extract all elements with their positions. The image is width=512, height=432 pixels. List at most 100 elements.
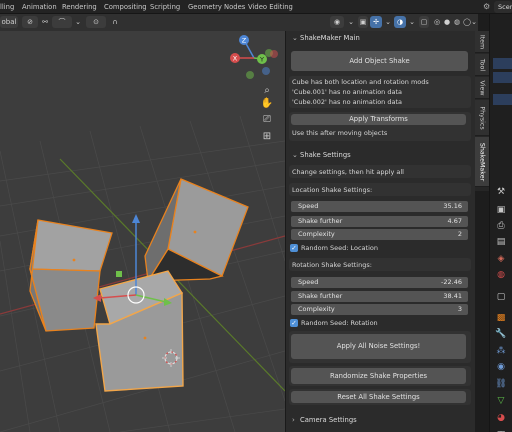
visibility-dropdown-icon[interactable]: ⌄ (346, 16, 356, 28)
cube-active[interactable] (95, 270, 184, 392)
random-seed-rotation-checkbox[interactable]: ✓ (290, 319, 298, 327)
pivot-point-icon[interactable]: ⊘ (22, 16, 38, 28)
workspace-tab-rendering[interactable]: Rendering (62, 2, 97, 13)
randomize-shake-button[interactable]: Randomize Shake Properties (291, 368, 466, 384)
sidebar-n-panel: ⌄ ShakeMaker Main Add Object Shake Cube h… (285, 31, 475, 432)
xray-icon[interactable]: ▢ (419, 16, 429, 28)
camera-view-icon[interactable]: ⎚ (260, 113, 274, 127)
workspace-tab-compositing[interactable]: Compositing (104, 2, 147, 13)
tool-properties-icon[interactable]: ⚒ (493, 185, 509, 199)
gizmo-y-label: Y (259, 56, 264, 64)
shading-wireframe-icon[interactable]: ◎ (432, 16, 442, 28)
gizmo-icon[interactable]: ✢ (370, 16, 382, 28)
reset-shake-button[interactable]: Reset All Shake Settings (291, 391, 466, 403)
transform-orientation-dropdown[interactable]: obal (0, 16, 18, 28)
rotation-label-box: Rotation Shake Settings: (289, 258, 471, 271)
render-properties-icon[interactable]: ▣ (493, 203, 509, 217)
chevron-down-icon: ⌄ (292, 34, 298, 42)
shake-settings-header[interactable]: ⌄ Shake Settings (286, 148, 475, 162)
workspace-tab-geometry-nodes[interactable]: Geometry Nodes (188, 2, 245, 13)
camera-settings-header[interactable]: › Camera Settings (286, 413, 475, 427)
shading-solid-icon[interactable]: ● (442, 16, 452, 28)
apply-transforms-hint: Use this after moving objects (292, 129, 388, 137)
info-line: Cube has both location and rotation mods (292, 78, 429, 86)
random-seed-rotation-label: Random Seed: Rotation (301, 319, 378, 327)
tab-shakemaker[interactable]: ShakeMaker (475, 137, 489, 187)
apply-transforms-box: Apply Transforms Use this after moving o… (289, 112, 471, 141)
link-icon[interactable]: ⚯ (40, 16, 50, 28)
tab-physics[interactable]: Physics (475, 100, 489, 136)
sidebar-tabs: Item Tool View Physics ShakeMaker (475, 31, 489, 191)
rotation-shake-further-field[interactable]: Shake further 38.41 (291, 291, 468, 302)
gizmo-dropdown-icon[interactable]: ⌄ (384, 16, 392, 28)
proportional-editing-icon[interactable]: ⊙ (86, 16, 106, 28)
scene-selector[interactable]: Scen (494, 1, 512, 13)
constraints-properties-icon[interactable]: ⛓ (493, 377, 509, 391)
rotation-complexity-field[interactable]: Complexity 3 (291, 304, 468, 315)
cube-001[interactable] (144, 178, 249, 283)
visibility-icon[interactable]: ◉ (330, 16, 344, 28)
texture-properties-icon[interactable]: ▦ (493, 428, 509, 432)
particles-properties-icon[interactable]: ⁂ (493, 344, 509, 358)
gizmo-x-label: X (233, 55, 238, 63)
location-settings-label: Location Shake Settings: (292, 186, 373, 194)
camera-select-icon[interactable]: ▣ (358, 16, 368, 28)
random-seed-location-checkbox[interactable]: ✓ (290, 244, 298, 252)
reset-box: Reset All Shake Settings (289, 389, 471, 405)
workspace-tab-modeling[interactable]: lling (0, 2, 14, 13)
navigation-gizmo[interactable]: Z X Y (230, 35, 278, 81)
apply-transforms-button[interactable]: Apply Transforms (291, 114, 466, 125)
3d-viewport[interactable]: Z X Y ⌕ ✋ ⎚ ⊞ (0, 31, 285, 432)
chevron-right-icon: › (292, 416, 295, 424)
object-properties-icon[interactable]: ▩ (493, 311, 509, 325)
cube-002[interactable] (29, 219, 113, 332)
random-seed-location-label: Random Seed: Location (301, 244, 378, 252)
rotation-settings-label: Rotation Shake Settings: (292, 261, 372, 269)
tab-item[interactable]: Item (475, 31, 489, 53)
outliner-selected-row[interactable] (493, 58, 512, 69)
zoom-icon[interactable]: ⌕ (260, 84, 274, 98)
material-properties-icon[interactable]: ◕ (493, 411, 509, 425)
overlay-dropdown-icon[interactable]: ⌄ (408, 16, 416, 28)
viewport-header: obal ⊘ ⚯ ⌒ ⌄ ⊙ ∩ ◉ ⌄ ▣ ✢ ⌄ ◑ ⌄ ▢ ◎ ● ◍ ◯… (0, 14, 478, 31)
view-layer-properties-icon[interactable]: ▤ (493, 235, 509, 249)
location-label-box: Location Shake Settings: (289, 183, 471, 196)
workspace-tabs-bar: lling Animation Rendering Compositing Sc… (0, 0, 512, 14)
location-complexity-field[interactable]: Complexity 2 (291, 229, 468, 240)
data-properties-icon[interactable]: ▽ (493, 394, 509, 408)
gizmo-z-label: Z (242, 37, 247, 45)
outliner-selected-row[interactable] (493, 94, 512, 105)
info-line: 'Cube.002' has no animation data (292, 98, 402, 106)
outliner-selected-row[interactable] (493, 72, 512, 83)
output-properties-icon[interactable]: ⎙ (493, 219, 509, 233)
shading-dropdown-icon[interactable]: ⌄ (470, 16, 478, 28)
hand-icon[interactable]: ✋ (260, 97, 274, 111)
collection-properties-icon[interactable]: ▢ (493, 290, 509, 304)
grid-view-icon[interactable]: ⊞ (260, 130, 274, 144)
apply-all-box: Apply All Noise Settings! (289, 331, 471, 363)
snap-settings-icon[interactable]: ⌄ (74, 16, 82, 28)
overlay-icon[interactable]: ◑ (394, 16, 406, 28)
modifier-properties-icon[interactable]: 🔧 (493, 327, 509, 341)
shakemaker-main-header[interactable]: ⌄ ShakeMaker Main (286, 31, 475, 45)
falloff-icon[interactable]: ∩ (108, 16, 122, 28)
location-speed-field[interactable]: Speed 35.16 (291, 201, 468, 212)
info-line: 'Cube.001' has no animation data (292, 88, 402, 96)
chevron-down-icon: ⌄ (292, 151, 298, 159)
scene-properties-icon[interactable]: ◈ (493, 252, 509, 266)
physics-properties-icon[interactable]: ◉ (493, 360, 509, 374)
location-shake-further-field[interactable]: Shake further 4.67 (291, 216, 468, 227)
rotation-speed-field[interactable]: Speed -22.46 (291, 277, 468, 288)
world-properties-icon[interactable]: ◍ (493, 268, 509, 282)
snap-icon[interactable]: ⌒ (52, 16, 72, 28)
workspace-tab-video-editing[interactable]: Video Editing (248, 2, 293, 13)
scene-icon: ⚙ (483, 2, 491, 11)
tab-view[interactable]: View (475, 77, 489, 99)
add-object-shake-button[interactable]: Add Object Shake (291, 51, 468, 71)
apply-all-noise-button[interactable]: Apply All Noise Settings! (291, 334, 466, 359)
workspace-tab-scripting[interactable]: Scripting (150, 2, 180, 13)
instruction-text: Change settings, then hit apply all (292, 168, 404, 176)
workspace-tab-animation[interactable]: Animation (22, 2, 57, 13)
shading-material-icon[interactable]: ◍ (452, 16, 462, 28)
tab-tool[interactable]: Tool (475, 54, 489, 76)
